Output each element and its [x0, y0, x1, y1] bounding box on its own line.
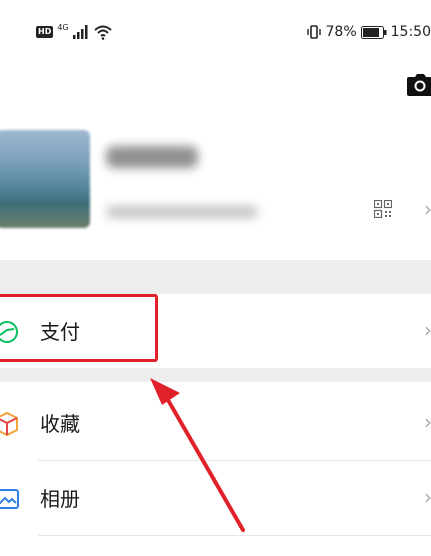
highlight-box	[0, 294, 158, 362]
favorites-icon	[0, 411, 18, 437]
menu-item-label: 相册	[40, 487, 80, 511]
vibrate-icon	[306, 25, 321, 39]
top-action-row	[0, 64, 431, 114]
chevron-right-icon: ›	[424, 410, 431, 434]
status-left: HD 4G	[36, 22, 113, 42]
profile-card[interactable]: ›	[0, 114, 431, 260]
menu-item-label: 收藏	[40, 412, 80, 436]
list-divider	[38, 535, 431, 536]
section-separator	[0, 368, 431, 382]
network-type: 4G	[57, 22, 69, 32]
clock: 15:50	[390, 24, 431, 40]
chevron-right-icon: ›	[424, 318, 431, 342]
album-icon	[0, 489, 19, 509]
battery-percentage: 78%	[325, 24, 357, 40]
chevron-right-icon: ›	[424, 485, 431, 509]
signal-icon	[72, 25, 88, 39]
menu-item-favorites[interactable]: 收藏 ›	[0, 386, 431, 460]
nickname-blurred	[106, 146, 198, 168]
hd-badge: HD	[36, 26, 54, 38]
chevron-right-icon: ›	[424, 197, 431, 221]
camera-icon[interactable]	[407, 74, 431, 96]
battery-icon	[360, 25, 387, 39]
status-right: 78% 15:50	[306, 22, 431, 42]
section-separator	[0, 260, 431, 294]
status-bar: HD 4G 78% 15:50	[0, 0, 431, 64]
avatar[interactable]	[0, 130, 90, 228]
wifi-icon	[93, 25, 112, 40]
wechat-id-blurred	[106, 206, 258, 218]
menu-item-album[interactable]: 相册 ›	[0, 461, 431, 535]
qr-code-icon[interactable]	[374, 200, 392, 218]
